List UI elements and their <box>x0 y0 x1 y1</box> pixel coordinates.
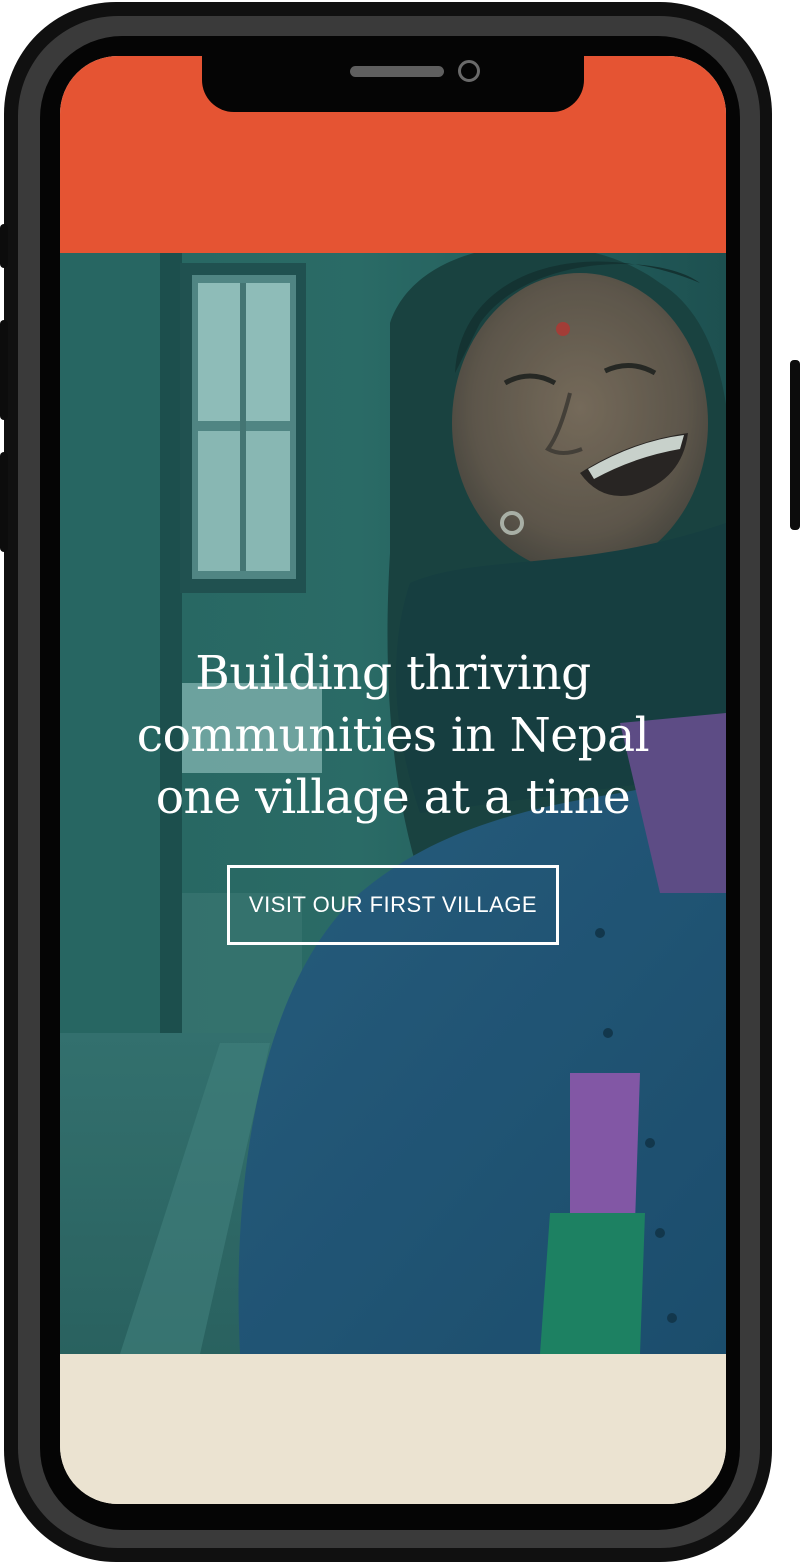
notch <box>202 56 584 112</box>
hero-section: Building thriving communities in Nepal o… <box>60 253 726 1354</box>
speaker-grille <box>350 66 444 77</box>
visit-first-village-button[interactable]: VISIT OUR FIRST VILLAGE <box>227 865 559 945</box>
silent-switch <box>0 224 8 268</box>
content-section-band <box>60 1354 726 1504</box>
power-button <box>790 360 800 530</box>
volume-down-button <box>0 452 8 552</box>
hero-headline: Building thriving communities in Nepal o… <box>136 646 650 825</box>
hero-content: Building thriving communities in Nepal o… <box>90 643 696 945</box>
volume-up-button <box>0 320 8 420</box>
phone-screen: Building thriving communities in Nepal o… <box>60 56 726 1504</box>
front-camera-icon <box>458 60 480 82</box>
